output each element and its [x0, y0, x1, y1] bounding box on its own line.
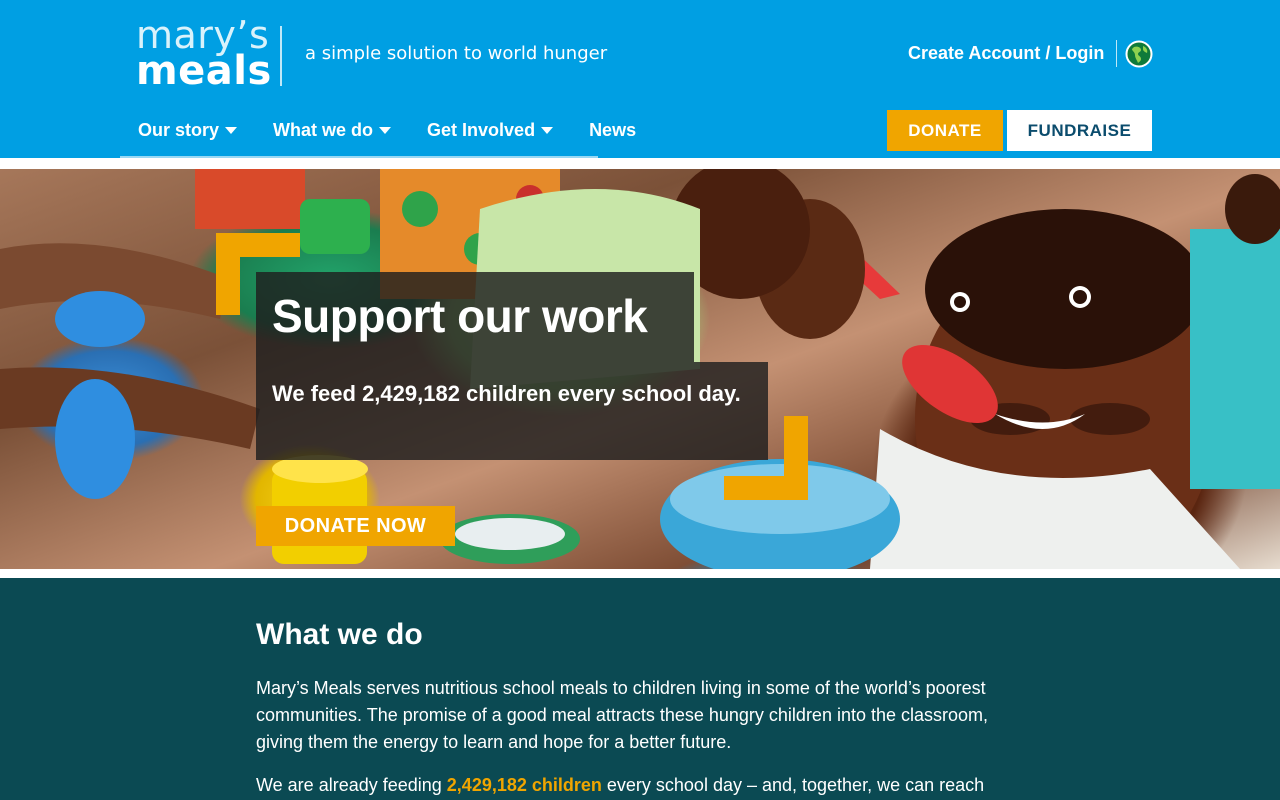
chevron-down-icon	[379, 127, 392, 134]
nav-item-label: Get Involved	[427, 120, 536, 140]
hero-subtext: We feed 2,429,182 children every school …	[272, 381, 741, 406]
logo-line-2: meals	[136, 48, 272, 94]
children-count-highlight: 2,429,182 children	[446, 775, 602, 795]
fundraise-button[interactable]: FUNDRAISE	[1007, 110, 1152, 151]
nav-item-label: Our story	[138, 120, 220, 140]
section-title: What we do	[256, 618, 423, 651]
main-nav: Our story What we do Get Involved News	[120, 112, 654, 158]
site-logo[interactable]: mary’s meals	[136, 13, 272, 94]
nav-item-news[interactable]: News	[571, 112, 654, 158]
paragraph-text: We are already feeding	[256, 775, 447, 795]
logo-divider	[280, 26, 282, 86]
donate-button[interactable]: DONATE	[887, 110, 1003, 151]
section-paragraph: Mary’s Meals serves nutritious school me…	[256, 678, 989, 752]
donate-now-button[interactable]: DONATE NOW	[256, 506, 455, 546]
section-paragraph-2: We are already feeding 2,429,182 childre…	[256, 772, 1046, 799]
account-divider	[1116, 40, 1117, 67]
bracket-bottom-right-vertical	[784, 416, 808, 500]
chevron-down-icon	[541, 127, 554, 134]
globe-icon[interactable]	[1125, 40, 1153, 68]
nav-item-get-involved[interactable]: Get Involved	[409, 112, 571, 158]
create-account-login-link[interactable]: Create Account / Login	[908, 43, 1104, 64]
logo-line-1: mary’s	[136, 13, 270, 57]
bracket-top-left-vertical	[216, 233, 240, 315]
paragraph-text: every school day – and, together, we can…	[601, 775, 985, 795]
nav-item-label: What we do	[273, 120, 374, 140]
hero-banner: Support our work We feed 2,429,182 child…	[0, 169, 1280, 569]
chevron-down-icon	[225, 127, 238, 134]
nav-item-our-story[interactable]: Our story	[120, 112, 255, 158]
nav-item-what-we-do[interactable]: What we do	[255, 112, 409, 158]
site-header: mary’s meals a simple solution to world …	[0, 0, 1280, 158]
site-tagline: a simple solution to world hunger	[305, 43, 608, 64]
hero-headline: Support our work	[272, 290, 648, 342]
nav-item-label: News	[589, 120, 637, 140]
nav-underline	[120, 156, 598, 158]
what-we-do-section: What we do Mary’s Meals serves nutritiou…	[0, 578, 1280, 800]
